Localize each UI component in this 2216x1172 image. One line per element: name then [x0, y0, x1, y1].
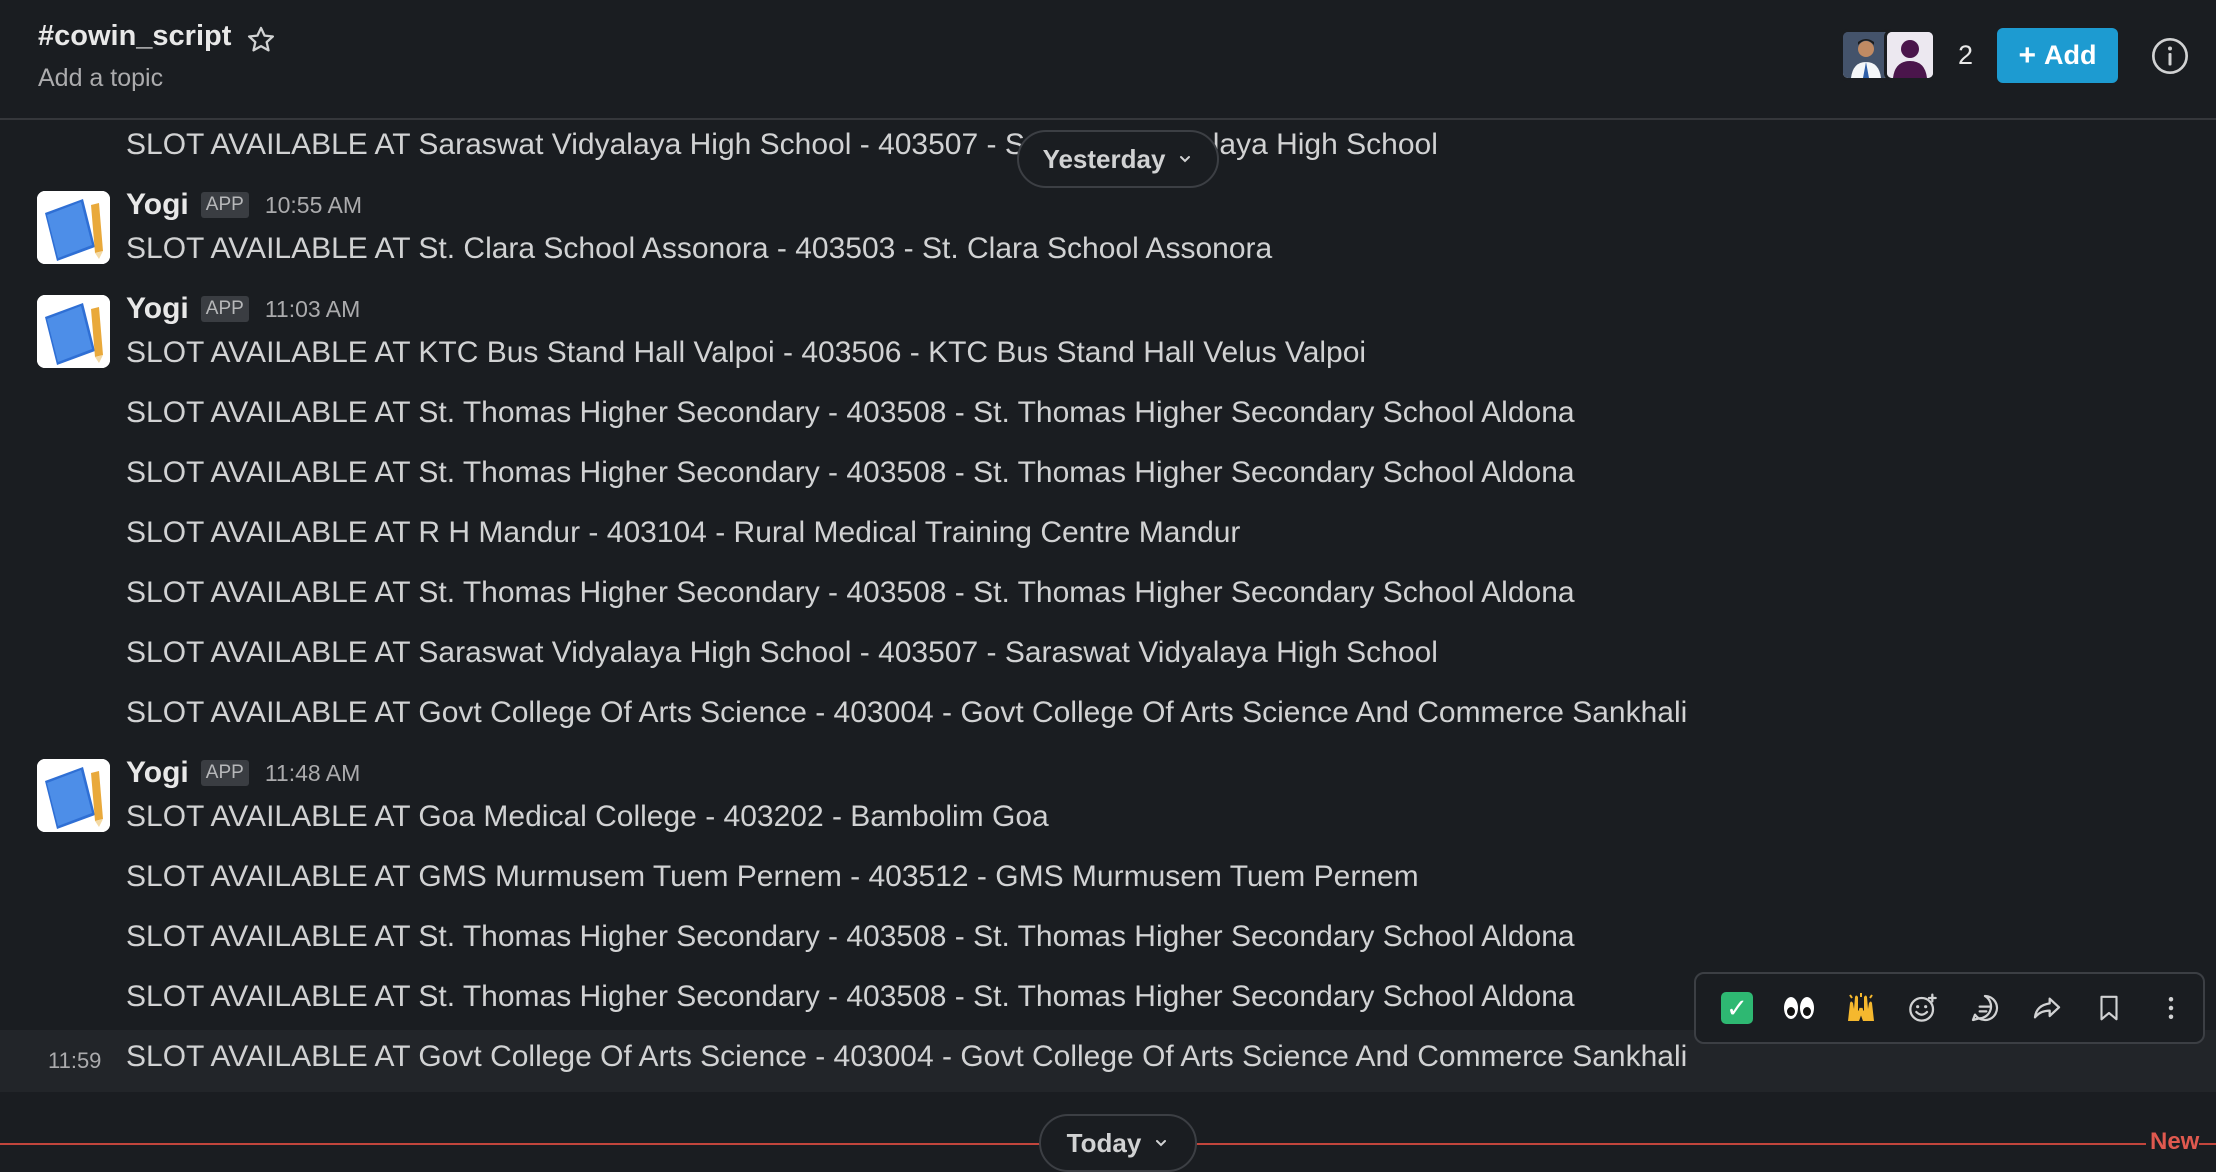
notebook-icon	[37, 295, 110, 368]
bookmark-icon	[2100, 995, 2118, 1021]
message-text: SLOT AVAILABLE AT St. Clara School Asson…	[126, 232, 1273, 265]
app-badge: APP	[200, 296, 249, 322]
reply-in-thread-icon	[1971, 994, 1999, 1022]
date-pill-label: Today	[1066, 1127, 1142, 1158]
message-text: SLOT AVAILABLE AT St. Thomas Higher Seco…	[126, 576, 1575, 609]
sender-name[interactable]: Yogi	[126, 756, 189, 790]
message-text: SLOT AVAILABLE AT GMS Murmusem Tuem Pern…	[126, 860, 1419, 893]
add-button-label: Add	[2044, 40, 2097, 70]
date-jump-today[interactable]: Today	[1039, 1114, 1197, 1172]
message-sender: Yogi APP 11:48 AM	[126, 756, 360, 790]
add-topic-link[interactable]: Add a topic	[38, 64, 163, 93]
plus-icon: +	[2018, 38, 2037, 72]
white-check-mark-emoji-icon: ✓	[1721, 992, 1753, 1024]
member-count: 2	[1958, 39, 1974, 70]
message-hover-timestamp[interactable]: 11:59	[48, 1048, 101, 1074]
save-message-button[interactable]	[2078, 980, 2140, 1036]
member-avatar	[1884, 29, 1936, 81]
default-user-icon	[1887, 32, 1933, 78]
add-reaction-button[interactable]	[1892, 980, 1954, 1036]
channel-header: #cowin_script Add a topic 2 + Add	[0, 0, 2216, 120]
share-message-button[interactable]	[2016, 980, 2078, 1036]
star-icon[interactable]	[244, 23, 278, 57]
channel-name[interactable]: #cowin_script	[38, 20, 231, 53]
message-sender: Yogi APP 11:03 AM	[126, 292, 360, 326]
person-photo-icon	[1843, 32, 1889, 78]
message-text: SLOT AVAILABLE AT St. Thomas Higher Seco…	[126, 920, 1575, 953]
notebook-icon	[37, 191, 110, 264]
raised-hands-emoji-icon	[1848, 993, 1874, 1021]
chevron-down-icon	[1180, 156, 1191, 163]
reply-in-thread-button[interactable]	[1954, 980, 2016, 1036]
message-text: SLOT AVAILABLE AT St. Thomas Higher Seco…	[126, 396, 1575, 429]
message-text: SLOT AVAILABLE AT St. Thomas Higher Seco…	[126, 980, 1575, 1013]
message-timestamp[interactable]: 11:03 AM	[265, 296, 360, 323]
message-text: SLOT AVAILABLE AT Govt College Of Arts S…	[126, 696, 1688, 729]
more-actions-button[interactable]	[2140, 980, 2202, 1036]
date-jump-yesterday[interactable]: Yesterday	[1017, 130, 1219, 188]
message-text: SLOT AVAILABLE AT Govt College Of Arts S…	[126, 1040, 1688, 1073]
bot-avatar[interactable]	[37, 295, 110, 368]
add-reaction-icon	[1909, 993, 1937, 1022]
more-vertical-icon	[2168, 997, 2174, 1019]
react-raised-hands-button[interactable]	[1830, 980, 1892, 1036]
react-eyes-button[interactable]	[1768, 980, 1830, 1036]
eyes-emoji-icon	[1784, 997, 1814, 1019]
notebook-icon	[37, 759, 110, 832]
react-check-button[interactable]: ✓	[1706, 980, 1768, 1036]
member-avatars-button[interactable]: 2	[1840, 28, 1973, 82]
chevron-down-icon	[1156, 1140, 1167, 1147]
share-icon	[2033, 997, 2061, 1019]
message-text: SLOT AVAILABLE AT Goa Medical College - …	[126, 800, 1049, 833]
app-badge: APP	[200, 760, 249, 786]
message-text: SLOT AVAILABLE AT Saraswat Vidyalaya Hig…	[126, 636, 1438, 669]
app-badge: APP	[200, 192, 249, 218]
bot-avatar[interactable]	[37, 759, 110, 832]
message-text: SLOT AVAILABLE AT Saraswat Vidyalaya Hig…	[126, 128, 1438, 161]
message-actions-toolbar: ✓	[1694, 972, 2205, 1044]
message-timestamp[interactable]: 10:55 AM	[265, 192, 362, 219]
sender-name[interactable]: Yogi	[126, 188, 189, 222]
sender-name[interactable]: Yogi	[126, 292, 189, 326]
add-button[interactable]: + Add	[1997, 28, 2118, 83]
bot-avatar[interactable]	[37, 191, 110, 264]
message-sender: Yogi APP 10:55 AM	[126, 188, 362, 222]
info-icon[interactable]	[2150, 36, 2190, 76]
new-messages-label: New	[2146, 1128, 2200, 1156]
message-text: SLOT AVAILABLE AT St. Thomas Higher Seco…	[126, 456, 1575, 489]
date-pill-label: Yesterday	[1042, 143, 1166, 174]
message-timestamp[interactable]: 11:48 AM	[265, 760, 360, 787]
message-text: SLOT AVAILABLE AT KTC Bus Stand Hall Val…	[126, 336, 1367, 369]
message-text: SLOT AVAILABLE AT R H Mandur - 403104 - …	[126, 516, 1241, 549]
